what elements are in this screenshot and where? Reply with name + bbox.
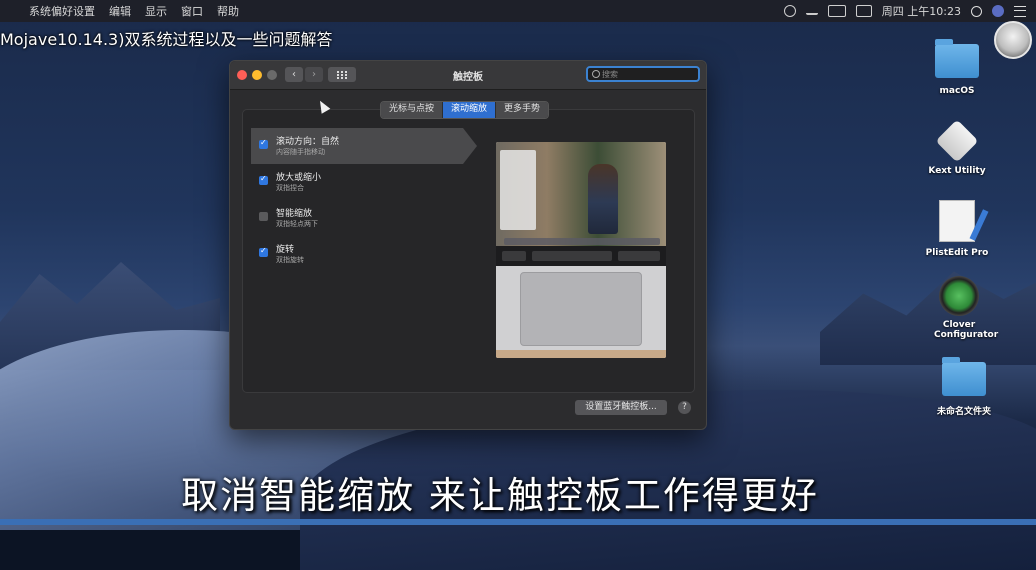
option-smart-zoom[interactable]: 智能缩放 双指轻点两下 [251, 200, 456, 236]
menu-item-help[interactable]: 帮助 [217, 3, 239, 19]
option-description: 双指轻点两下 [276, 220, 318, 228]
display-icon[interactable] [855, 5, 872, 17]
menu-extras: 周四 上午10:23 [783, 0, 1036, 22]
eject-icon[interactable] [805, 7, 818, 15]
preview-photo-sidebar [500, 150, 536, 230]
option-title: 旋转 [276, 245, 295, 255]
menu-bar: 系统偏好设置 编辑 显示 窗口 帮助 周四 上午10:23 [0, 0, 1036, 22]
help-button[interactable]: ? [678, 401, 691, 414]
tab-more-gestures[interactable]: 更多手势 [496, 102, 549, 118]
bottom-strip [0, 519, 1036, 525]
video-subtitle: 取消智能缩放 来让触控板工作得更好 [181, 474, 819, 517]
preview-desk [496, 350, 666, 358]
tab-scroll-zoom[interactable]: 滚动缩放 [443, 102, 497, 118]
preview-trackpad [520, 272, 642, 346]
tab-point-click[interactable]: 光标与点按 [381, 102, 444, 118]
desktop-icon-label: Kext Utility [928, 166, 986, 176]
menu-item-edit[interactable]: 编辑 [109, 3, 131, 19]
trackpad-preferences-window: ‹ › 触控板 光标与点按 滚动缩放 更多手势 滚动方向：自然 内容随手指移动 … [229, 60, 707, 430]
preview-touch-bar [496, 246, 666, 266]
folder-icon [942, 357, 986, 396]
smart-zoom-checkbox[interactable] [259, 212, 268, 221]
menu-item-system-preferences[interactable]: 系统偏好设置 [29, 3, 95, 19]
option-description: 内容随手指移动 [276, 148, 325, 156]
menu-item-window[interactable]: 窗口 [181, 3, 203, 19]
desktop-icon-untitled-folder[interactable]: 未命名文件夹 [919, 357, 1009, 417]
notification-center-icon[interactable] [1014, 5, 1026, 17]
option-title: 滚动方向：自然 [276, 137, 340, 147]
folder-icon [935, 39, 979, 78]
video-title: Mojave10.14.3)双系统过程以及一些问题解答 [0, 30, 333, 49]
search-icon [592, 70, 600, 78]
gesture-preview-image [496, 142, 666, 358]
zoom-in-out-checkbox[interactable] [259, 174, 268, 185]
option-rotate[interactable]: 旋转 双指旋转 [251, 236, 456, 272]
option-zoom-in-out[interactable]: 放大或缩小 双指捏合 [251, 164, 456, 200]
clock[interactable]: 周四 上午10:23 [882, 3, 961, 19]
scroll-direction-checkbox[interactable] [259, 138, 268, 149]
option-description: 双指旋转 [276, 256, 304, 264]
preview-person [588, 164, 618, 234]
option-description: 双指捏合 [276, 184, 304, 192]
option-title: 放大或缩小 [276, 173, 322, 183]
search-input[interactable] [602, 68, 692, 80]
menu-item-view[interactable]: 显示 [145, 3, 167, 19]
desktop-icon-plistedit[interactable]: PlistEdit Pro [912, 200, 1002, 258]
desktop-icon-clover[interactable]: Clover Configurator [914, 276, 1004, 340]
kext-utility-icon [935, 119, 979, 163]
user-icon[interactable] [992, 5, 1004, 17]
preview-screen [496, 142, 666, 246]
desktop-icon-label: macOS [939, 86, 975, 96]
spotlight-search-icon[interactable] [971, 5, 982, 17]
setup-bluetooth-trackpad-button[interactable]: 设置蓝牙触控板... [575, 400, 667, 415]
desktop-icon-label: Clover Configurator [934, 320, 999, 340]
preview-dock [504, 238, 660, 245]
search-field[interactable] [586, 66, 700, 82]
rotate-checkbox[interactable] [259, 246, 268, 257]
battery-icon[interactable] [827, 5, 846, 17]
preview-laptop-body [496, 266, 666, 350]
desktop-icon-macos[interactable]: macOS [912, 39, 1002, 96]
desktop-icon-label: 未命名文件夹 [936, 407, 991, 417]
plistedit-icon [939, 200, 975, 242]
desktop-icon-label: PlistEdit Pro [925, 248, 989, 258]
clover-icon [939, 276, 979, 316]
option-title: 智能缩放 [276, 209, 313, 219]
option-scroll-direction[interactable]: 滚动方向：自然 内容随手指移动 [251, 128, 477, 164]
desktop-icon-kext-utility[interactable]: Kext Utility [912, 119, 1002, 176]
record-icon[interactable] [783, 5, 796, 17]
tab-bar: 光标与点按 滚动缩放 更多手势 [380, 101, 550, 119]
title-bar: ‹ › 触控板 [230, 61, 706, 90]
